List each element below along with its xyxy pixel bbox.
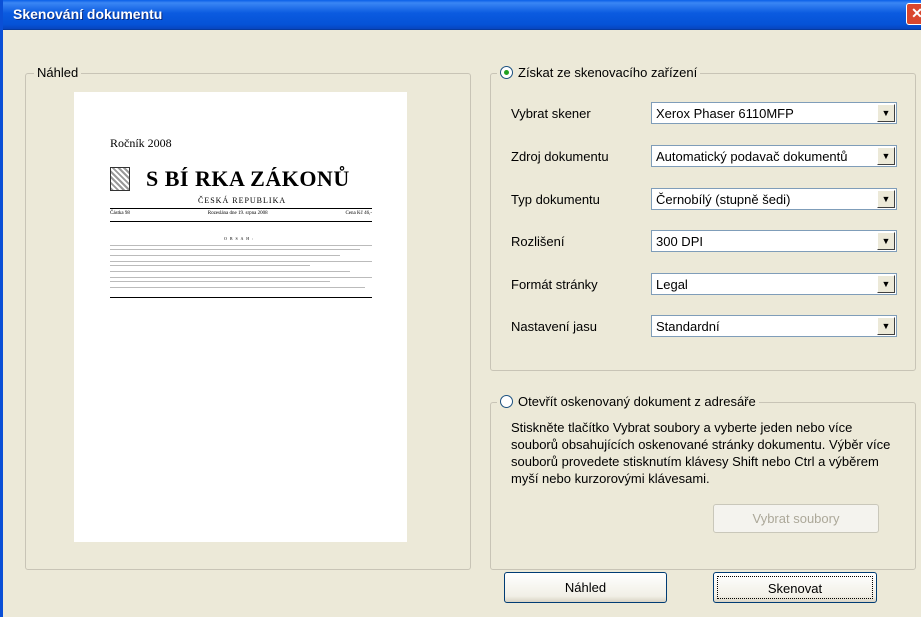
doc-rule [110, 208, 372, 209]
document-preview: Ročník 2008 S BÍ RKA ZÁKONŮ ČESKÁ REPUBL… [74, 92, 407, 542]
doc-meta: Částka 98 Rozeslána dne 19. srpna 2008 C… [110, 211, 372, 216]
window-title: Skenování dokumentu [13, 6, 163, 22]
scan-dialog: Skenování dokumentu ✕ Náhled Ročník 2008… [0, 0, 921, 617]
scan-button[interactable]: Skenovat [713, 572, 877, 603]
chevron-down-icon[interactable]: ▼ [877, 190, 895, 208]
document-type-label: Typ dokumentu [511, 192, 600, 207]
close-icon: ✕ [911, 5, 921, 21]
folder-source-label: Otevřít oskenovaný dokument z adresáře [518, 394, 756, 409]
document-type-value: Černobílý (stupně šedi) [656, 192, 791, 207]
doc-text-line [110, 265, 310, 266]
select-files-button[interactable]: Vybrat soubory [713, 504, 879, 533]
preview-group: Náhled Ročník 2008 S BÍ RKA ZÁKONŮ ČESKÁ… [25, 65, 471, 570]
doc-rocnik: Ročník 2008 [110, 136, 172, 150]
doc-text-line [110, 277, 372, 278]
doc-text-line [110, 271, 350, 272]
doc-text-line [110, 249, 360, 250]
doc-text-line [110, 261, 372, 262]
close-button[interactable]: ✕ [906, 3, 921, 25]
state-emblem-icon [110, 167, 130, 191]
preview-button[interactable]: Náhled [504, 572, 667, 603]
doc-rule [110, 297, 372, 298]
chevron-down-icon[interactable]: ▼ [877, 275, 895, 293]
folder-source-option[interactable]: Otevřít oskenovaný dokument z adresáře [497, 394, 759, 409]
doc-rozeslana: Rozeslána dne 19. srpna 2008 [207, 211, 268, 216]
chevron-down-icon[interactable]: ▼ [877, 232, 895, 250]
folder-source-group: Otevřít oskenovaný dokument z adresáře S… [490, 394, 916, 570]
doc-text-line [110, 245, 372, 246]
scanner-source-label: Získat ze skenovacího zařízení [518, 65, 698, 80]
source-label: Zdroj dokumentu [511, 149, 609, 164]
chevron-down-icon[interactable]: ▼ [877, 104, 895, 122]
page-format-select[interactable]: Legal ▼ [651, 273, 897, 295]
chevron-down-icon[interactable]: ▼ [877, 317, 895, 335]
folder-source-description: Stiskněte tlačítko Vybrat soubory a vybe… [511, 420, 891, 486]
doc-title: S BÍ RKA ZÁKONŮ [146, 166, 350, 191]
preview-legend: Náhled [34, 65, 82, 80]
doc-text-line [110, 281, 330, 282]
doc-obsah: O B S A H : [224, 236, 255, 241]
document-source-select[interactable]: Automatický podavač dokumentů ▼ [651, 145, 897, 167]
doc-castka: Částka 98 [110, 211, 130, 216]
document-source-value: Automatický podavač dokumentů [656, 149, 848, 164]
scanner-source-option[interactable]: Získat ze skenovacího zařízení [497, 65, 701, 80]
doc-cena: Cena Kč 46,- [345, 211, 372, 216]
scanner-value: Xerox Phaser 6110MFP [656, 106, 794, 121]
scanner-label: Vybrat skener [511, 106, 591, 121]
page-format-value: Legal [656, 277, 688, 292]
title-bar[interactable]: Skenování dokumentu ✕ [3, 0, 921, 30]
doc-text-line [110, 287, 365, 288]
folder-source-radio[interactable] [500, 395, 513, 408]
scanner-source-group: Získat ze skenovacího zařízení Vybrat sk… [490, 65, 916, 371]
brightness-label: Nastavení jasu [511, 319, 597, 334]
doc-text-line [110, 255, 340, 256]
brightness-select[interactable]: Standardní ▼ [651, 315, 897, 337]
resolution-value: 300 DPI [656, 234, 703, 249]
resolution-select[interactable]: 300 DPI ▼ [651, 230, 897, 252]
chevron-down-icon[interactable]: ▼ [877, 147, 895, 165]
doc-rule [110, 221, 372, 222]
page-format-label: Formát stránky [511, 277, 598, 292]
doc-subtitle: ČESKÁ REPUBLIKA [198, 196, 287, 205]
scanner-select[interactable]: Xerox Phaser 6110MFP ▼ [651, 102, 897, 124]
scanner-source-radio[interactable] [500, 66, 513, 79]
resolution-label: Rozlišení [511, 234, 565, 249]
brightness-value: Standardní [656, 319, 720, 334]
scan-button-label: Skenovat [717, 576, 873, 599]
document-type-select[interactable]: Černobílý (stupně šedi) ▼ [651, 188, 897, 210]
